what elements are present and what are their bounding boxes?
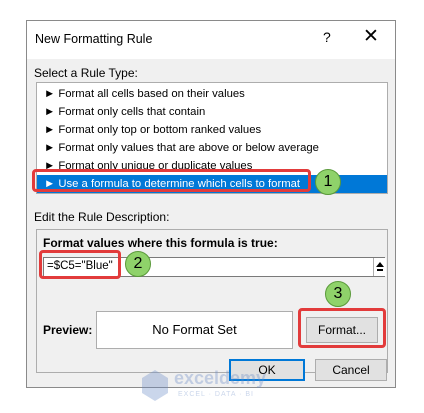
rule-type-item[interactable]: ► Format only values that are above or b… [37, 139, 387, 157]
rule-type-label-text: Format only values that are above or bel… [58, 142, 319, 154]
cancel-button[interactable]: Cancel [315, 359, 387, 381]
rule-bullet-icon: ► [44, 142, 56, 154]
rule-type-item[interactable]: ► Format all cells based on their values [37, 85, 387, 103]
formula-label: Format values where this formula is true… [43, 236, 278, 250]
rule-type-label-text: Format only cells that contain [58, 106, 206, 118]
rule-type-label-text: Format only top or bottom ranked values [58, 124, 262, 136]
rule-type-item[interactable]: ► Format only cells that contain [37, 103, 387, 121]
rule-bullet-icon: ► [44, 106, 56, 118]
exceldemy-watermark: exceldemy EXCEL · DATA · BI [140, 364, 290, 408]
step-3-badge: 3 [325, 281, 351, 307]
rule-bullet-icon: ► [44, 88, 56, 100]
title-bar: New Formatting Rule ? ✕ [27, 21, 395, 59]
cancel-button-label: Cancel [332, 363, 370, 377]
rule-type-label: Select a Rule Type: [34, 66, 138, 80]
help-button[interactable]: ? [323, 29, 331, 45]
preview-box: No Format Set [96, 311, 293, 349]
rule-bullet-icon: ► [44, 124, 56, 136]
rule-type-label-text: Format all cells based on their values [58, 88, 245, 100]
rule-type-item[interactable]: ► Format only top or bottom ranked value… [37, 121, 387, 139]
highlight-formula-input [39, 250, 121, 279]
collapse-dialog-button[interactable] [373, 258, 386, 276]
rule-description-label: Edit the Rule Description: [34, 210, 170, 224]
close-button[interactable]: ✕ [363, 25, 379, 48]
watermark-tagline: EXCEL · DATA · BI [178, 391, 254, 398]
preview-label: Preview: [43, 323, 93, 337]
exceldemy-logo-icon [142, 370, 168, 401]
range-select-icon [376, 262, 384, 271]
step-1-badge: 1 [315, 169, 341, 195]
step-2-badge: 2 [125, 251, 151, 277]
dialog-title: New Formatting Rule [35, 32, 153, 46]
highlight-format-button [298, 308, 386, 348]
highlight-formula-rule [32, 169, 311, 192]
watermark-brand: exceldemy [174, 368, 267, 388]
